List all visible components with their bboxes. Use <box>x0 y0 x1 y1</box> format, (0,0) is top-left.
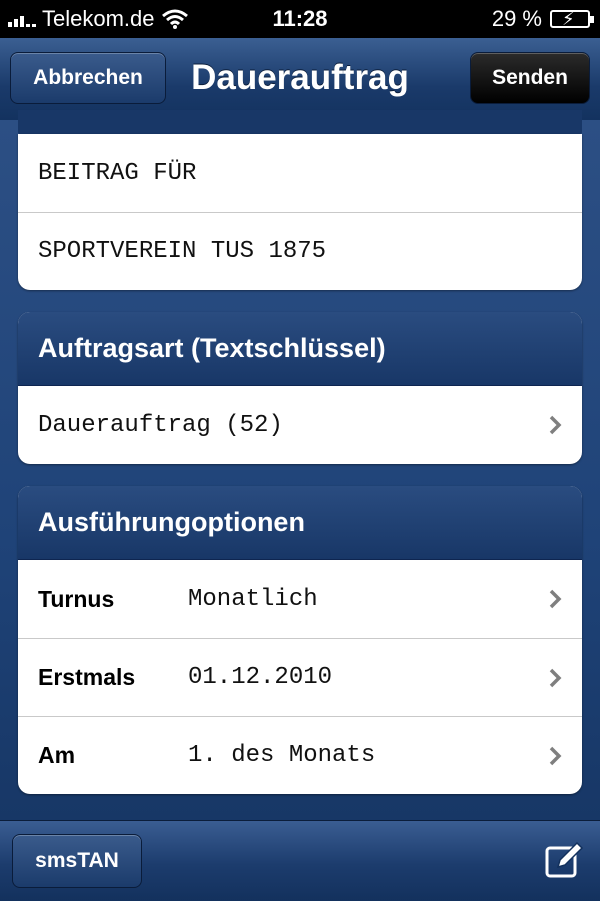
purpose-group-header-partial <box>18 110 582 134</box>
navigation-bar: Abbrechen Dauerauftrag Senden <box>0 38 600 121</box>
purpose-group: BEITRAG FÜR SPORTVEREIN TUS 1875 <box>18 134 582 290</box>
option-label-erstmals: Erstmals <box>38 664 136 690</box>
form-scroll-area[interactable]: BEITRAG FÜR SPORTVEREIN TUS 1875 Auftrag… <box>0 110 600 820</box>
order-type-group: Auftragsart (Textschlüssel) Dauerauftrag… <box>18 312 582 464</box>
order-type-row[interactable]: Dauerauftrag (52) <box>18 386 582 464</box>
battery-charging-icon: ⚡ <box>550 9 594 29</box>
option-row-am[interactable]: Am 1. des Monats <box>18 716 582 794</box>
bottom-toolbar: smsTAN <box>0 820 600 901</box>
chevron-right-icon <box>549 668 562 687</box>
smstan-button[interactable]: smsTAN <box>12 834 142 888</box>
option-row-turnus[interactable]: Turnus Monatlich <box>18 560 582 638</box>
battery-percent: 29 % <box>491 6 542 31</box>
option-value-erstmals: 01.12.2010 <box>188 664 333 691</box>
chevron-right-icon <box>549 746 562 765</box>
option-value-turnus: Monatlich <box>188 585 318 613</box>
option-label-turnus: Turnus <box>38 585 115 612</box>
status-bar: Telekom.de 11:28 29 % ⚡ <box>0 0 600 38</box>
purpose-line-2[interactable]: SPORTVEREIN TUS 1875 <box>18 212 582 290</box>
purpose-line-1-text: BEITRAG FÜR <box>38 159 197 187</box>
purpose-line-1[interactable]: BEITRAG FÜR <box>18 134 582 212</box>
option-value-am: 1. des Monats <box>188 742 376 769</box>
option-label-am: Am <box>38 742 76 768</box>
purpose-line-2-text: SPORTVEREIN TUS 1875 <box>38 238 327 265</box>
order-type-value: Dauerauftrag (52) <box>38 411 283 439</box>
chevron-right-icon <box>549 415 562 435</box>
execution-options-group: Ausführungoptionen Turnus Monatlich Erst… <box>18 486 582 794</box>
compose-icon[interactable] <box>544 841 584 881</box>
send-button[interactable]: Senden <box>470 52 590 104</box>
status-bar-right: 29 % ⚡ <box>491 6 594 32</box>
execution-options-header: Ausführungoptionen <box>18 486 582 560</box>
chevron-right-icon <box>549 589 562 609</box>
order-type-header: Auftragsart (Textschlüssel) <box>18 312 582 386</box>
option-row-erstmals[interactable]: Erstmals 01.12.2010 <box>18 638 582 716</box>
